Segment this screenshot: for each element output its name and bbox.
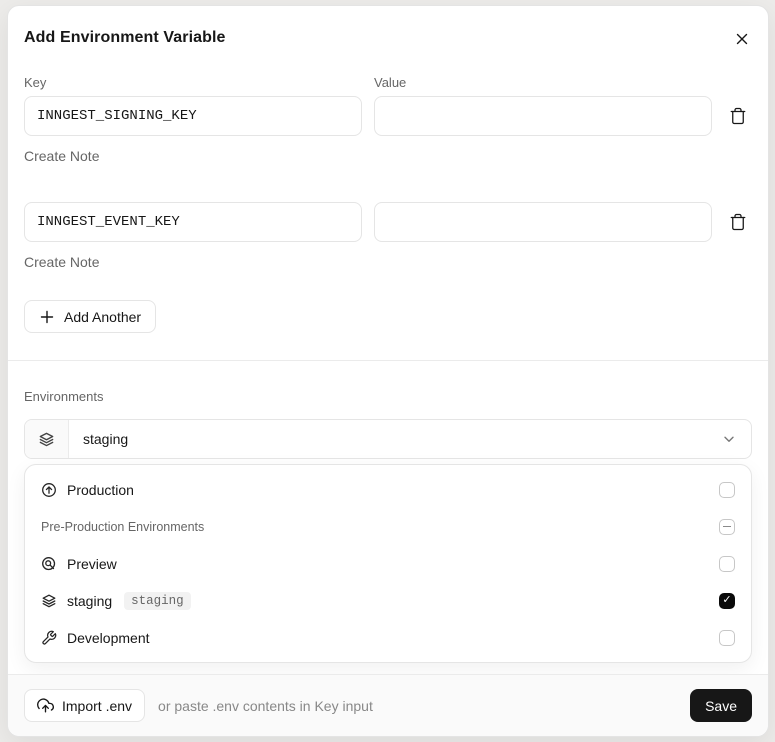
import-env-button[interactable]: Import .env — [24, 689, 146, 722]
env-var-form: Key Value Create Note Create Note — [8, 75, 768, 333]
option-production[interactable]: Production — [25, 471, 751, 508]
env-var-row — [24, 96, 752, 136]
option-development[interactable]: Development — [25, 619, 751, 656]
delete-row-button-1[interactable] — [724, 107, 752, 125]
option-staging[interactable]: staging staging — [25, 582, 751, 619]
add-env-var-dialog: Add Environment Variable Key Value Creat… — [7, 5, 769, 737]
import-env-label: Import .env — [62, 697, 133, 714]
development-checkbox[interactable] — [719, 629, 735, 646]
staging-badge: staging — [124, 591, 191, 610]
key-input-2[interactable] — [24, 202, 362, 242]
trash-icon — [729, 107, 747, 125]
environments-dropdown-panel: Production Pre-Production Environments P… — [24, 464, 752, 663]
value-input-2[interactable] — [374, 202, 712, 242]
option-label: Preview — [67, 555, 117, 572]
save-button[interactable]: Save — [690, 689, 752, 722]
staging-icon — [41, 593, 57, 609]
page-title: Add Environment Variable — [24, 29, 226, 46]
footer-hint-text: or paste .env contents in Key input — [158, 697, 373, 714]
create-note-link-1[interactable]: Create Note — [24, 148, 99, 164]
column-labels: Key Value — [24, 75, 752, 90]
option-group-pre-production[interactable]: Pre-Production Environments — [25, 508, 751, 545]
chevron-down-icon — [707, 431, 751, 447]
production-checkbox[interactable] — [719, 481, 735, 498]
value-column-label: Value — [374, 75, 407, 90]
env-var-row — [24, 202, 752, 242]
staging-icon — [38, 431, 55, 448]
add-another-label: Add Another — [64, 308, 142, 325]
create-note-link-2[interactable]: Create Note — [24, 254, 99, 270]
preview-icon — [41, 556, 57, 572]
value-input-1[interactable] — [374, 96, 712, 136]
key-column-label: Key — [24, 75, 47, 90]
key-input-1[interactable] — [24, 96, 362, 136]
selected-environment-value: staging — [83, 431, 129, 447]
environments-section: Environments staging Production Pre-Prod… — [8, 389, 768, 663]
close-button[interactable] — [732, 29, 752, 49]
select-icon-cell — [25, 420, 69, 458]
preview-checkbox[interactable] — [719, 555, 735, 572]
option-preview[interactable]: Preview — [25, 545, 751, 582]
dialog-header: Add Environment Variable — [8, 6, 768, 49]
trash-icon — [729, 213, 747, 231]
upload-cloud-icon — [37, 697, 54, 714]
option-label: Production — [67, 481, 134, 498]
add-another-button[interactable]: Add Another — [24, 300, 157, 333]
section-divider — [8, 360, 768, 361]
option-label: Development — [67, 629, 150, 646]
delete-row-button-2[interactable] — [724, 213, 752, 231]
pre-production-checkbox[interactable] — [719, 518, 735, 535]
plus-icon — [39, 309, 55, 325]
production-icon — [41, 482, 57, 498]
environments-label: Environments — [24, 389, 104, 404]
development-icon — [41, 630, 57, 646]
close-icon — [734, 31, 750, 47]
dialog-footer: Import .env or paste .env contents in Ke… — [8, 674, 768, 736]
environments-select[interactable]: staging — [24, 419, 752, 459]
group-label: Pre-Production Environments — [41, 519, 205, 534]
option-label: staging — [67, 592, 113, 609]
staging-checkbox[interactable] — [719, 592, 735, 609]
